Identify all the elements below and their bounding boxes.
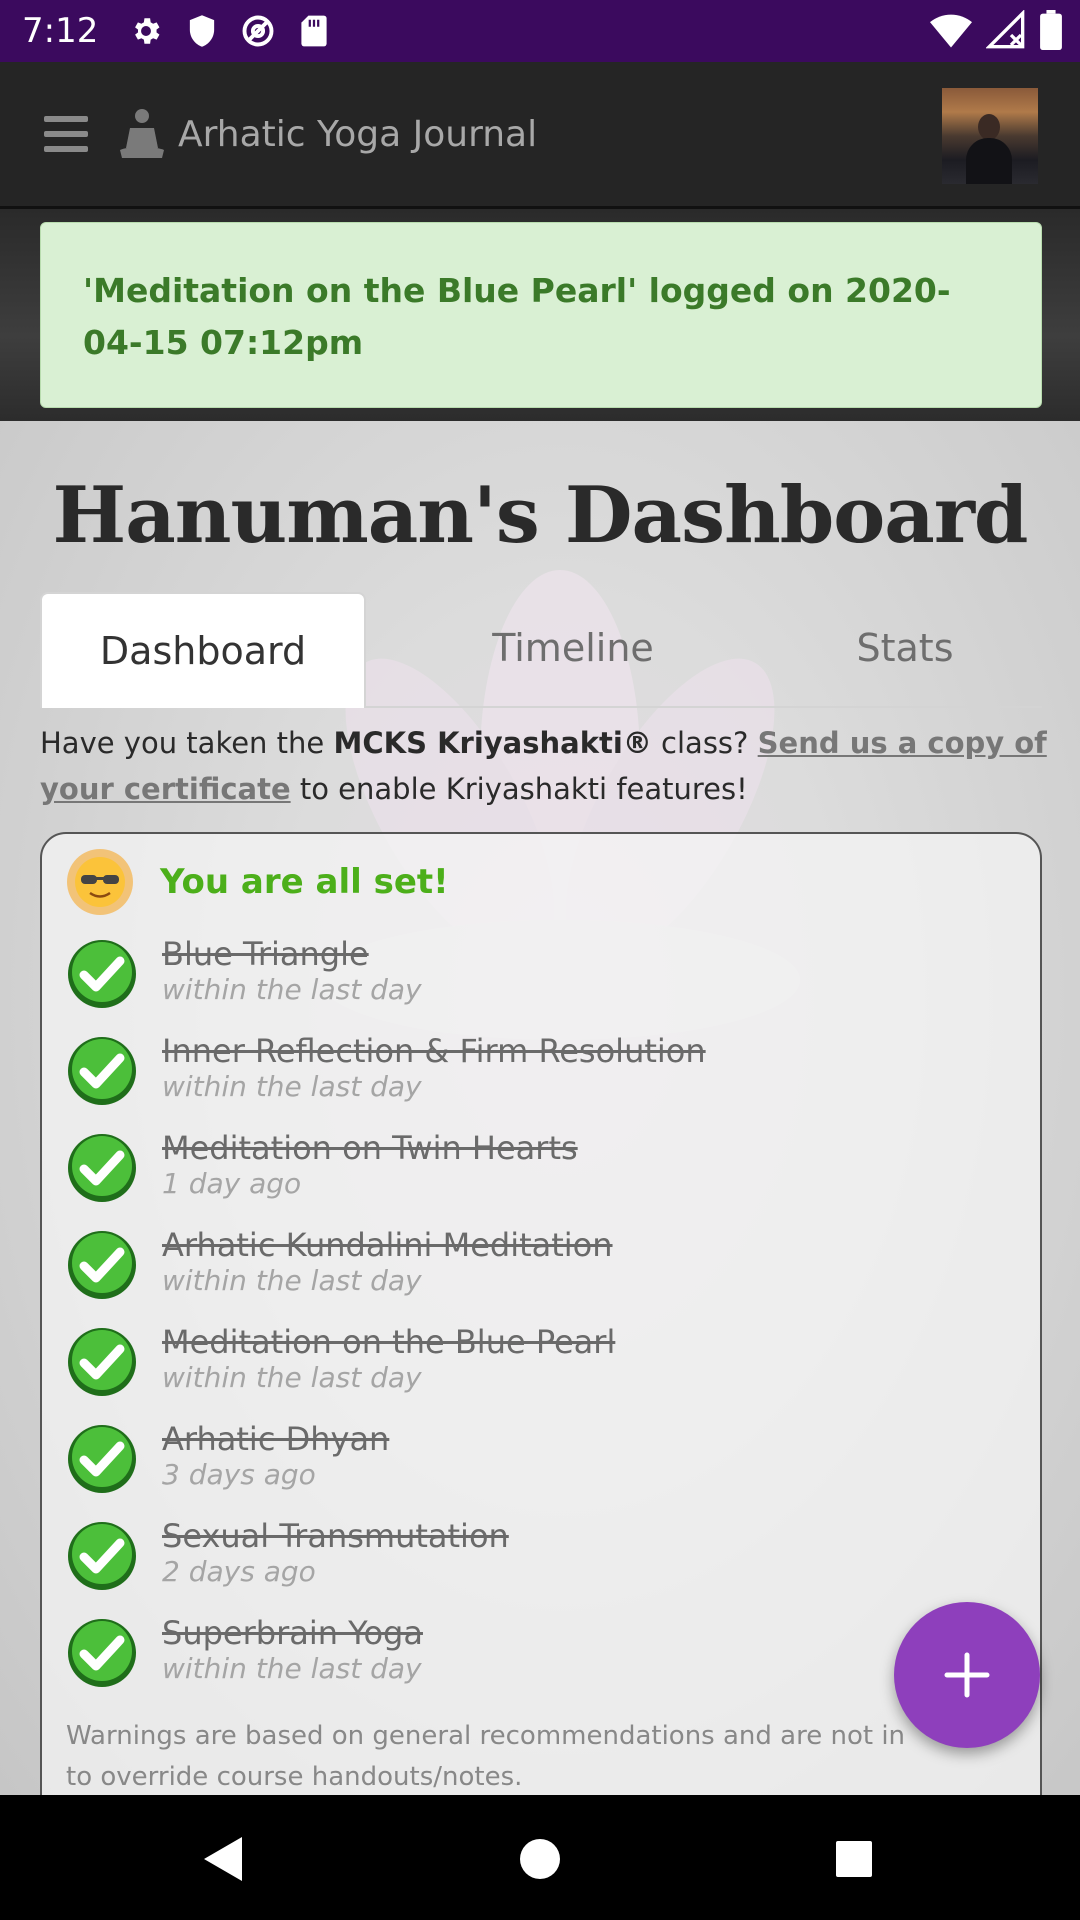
- task-text: Arhatic Dhyan 3 days ago: [162, 1419, 389, 1491]
- battery-icon: [1040, 10, 1062, 54]
- at-sign-icon: [238, 11, 278, 51]
- task-when: 2 days ago: [162, 1555, 316, 1588]
- settings-icon: [126, 11, 166, 51]
- task-text: Meditation on the Blue Pearl within the …: [162, 1322, 615, 1394]
- practice-checklist: You are all set! Blue Triangle within th…: [40, 832, 1042, 1852]
- list-item[interactable]: Sexual Transmutation 2 days ago: [66, 1517, 509, 1592]
- warning-note: Warnings are based on general recommenda…: [66, 1721, 906, 1792]
- notice-text: 'Meditation on the Blue Pearl' logged on…: [83, 271, 951, 362]
- check-circle-icon: [68, 1328, 136, 1396]
- signal-icon: [985, 9, 1026, 54]
- add-entry-button[interactable]: [894, 1602, 1040, 1748]
- task-name: Inner Reflection & Firm Resolution: [162, 1032, 706, 1070]
- list-item[interactable]: Meditation on Twin Hearts 1 day ago: [66, 1129, 578, 1204]
- check-circle-icon: [68, 940, 136, 1008]
- list-item[interactable]: Inner Reflection & Firm Resolution withi…: [66, 1032, 706, 1107]
- tab-dashboard[interactable]: Dashboard: [40, 592, 366, 708]
- check-circle-icon: [68, 1425, 136, 1493]
- tab-timeline[interactable]: Timeline: [412, 592, 734, 704]
- task-when: within the last day: [162, 1264, 422, 1297]
- hamburger-icon[interactable]: [44, 116, 88, 152]
- task-text: Inner Reflection & Firm Resolution withi…: [162, 1031, 706, 1103]
- task-text: Superbrain Yoga within the last day: [162, 1613, 423, 1685]
- shield-icon: [182, 11, 222, 51]
- task-name: Blue Triangle: [162, 935, 369, 973]
- list-item[interactable]: Blue Triangle within the last day: [66, 935, 422, 1010]
- info-suffix: to enable Kriyashakti features!: [290, 772, 748, 806]
- task-name: Meditation on the Blue Pearl: [162, 1323, 616, 1361]
- check-circle-icon: [68, 1037, 136, 1105]
- task-text: Sexual Transmutation 2 days ago: [162, 1516, 509, 1588]
- task-name: Superbrain Yoga: [162, 1614, 423, 1652]
- kriyashakti-info: Have you taken the MCKS Kriyashakti® cla…: [40, 720, 1050, 812]
- screen: 7:12 Arhatic Yoga Journal 'Meditation on…: [0, 0, 1080, 1920]
- task-when: within the last day: [162, 1070, 422, 1103]
- task-name: Arhatic Dhyan: [162, 1420, 390, 1458]
- list-item[interactable]: Meditation on the Blue Pearl within the …: [66, 1323, 615, 1398]
- all-set-heading: You are all set!: [160, 862, 449, 902]
- user-avatar[interactable]: [942, 88, 1038, 184]
- meditator-icon: [120, 109, 164, 158]
- wifi-icon: [930, 10, 972, 54]
- info-prefix: Have you taken the: [40, 726, 334, 760]
- system-nav-bar: [0, 1795, 1080, 1920]
- page-title: Hanuman's Dashboard: [52, 470, 1029, 561]
- back-icon[interactable]: [198, 1831, 254, 1887]
- task-when: within the last day: [162, 1652, 422, 1685]
- check-circle-icon: [68, 1522, 136, 1590]
- status-bar: 7:12: [0, 0, 1080, 62]
- checklist-header: You are all set!: [66, 848, 449, 916]
- list-item[interactable]: Superbrain Yoga within the last day: [66, 1614, 423, 1689]
- tab-bar: Dashboard Timeline Stats: [40, 592, 1042, 708]
- list-item[interactable]: Arhatic Kundalini Meditation within the …: [66, 1226, 613, 1301]
- task-text: Meditation on Twin Hearts 1 day ago: [162, 1128, 578, 1200]
- task-when: 3 days ago: [162, 1458, 316, 1491]
- task-when: within the last day: [162, 1361, 422, 1394]
- task-name: Sexual Transmutation: [162, 1517, 509, 1555]
- info-middle: class?: [651, 726, 758, 760]
- task-text: Blue Triangle within the last day: [162, 934, 422, 1006]
- course-name: MCKS Kriyashakti®: [333, 726, 652, 760]
- task-name: Arhatic Kundalini Meditation: [162, 1226, 613, 1264]
- sd-card-icon: [294, 11, 334, 51]
- tab-stats[interactable]: Stats: [744, 592, 1066, 704]
- list-item[interactable]: Arhatic Dhyan 3 days ago: [66, 1420, 389, 1495]
- task-name: Meditation on Twin Hearts: [162, 1129, 578, 1167]
- plus-icon: [944, 1652, 990, 1698]
- task-text: Arhatic Kundalini Meditation within the …: [162, 1225, 613, 1297]
- task-when: 1 day ago: [162, 1167, 302, 1200]
- app-title: Arhatic Yoga Journal: [178, 113, 538, 155]
- logged-notice: 'Meditation on the Blue Pearl' logged on…: [40, 222, 1042, 408]
- home-icon[interactable]: [512, 1831, 568, 1887]
- status-time: 7:12: [22, 11, 99, 51]
- check-circle-icon: [68, 1134, 136, 1202]
- sunglasses-emoji-icon: [67, 849, 133, 915]
- check-circle-icon: [68, 1231, 136, 1299]
- recents-icon[interactable]: [826, 1831, 882, 1887]
- check-circle-icon: [68, 1619, 136, 1687]
- app-bar: Arhatic Yoga Journal: [0, 62, 1080, 209]
- task-when: within the last day: [162, 973, 422, 1006]
